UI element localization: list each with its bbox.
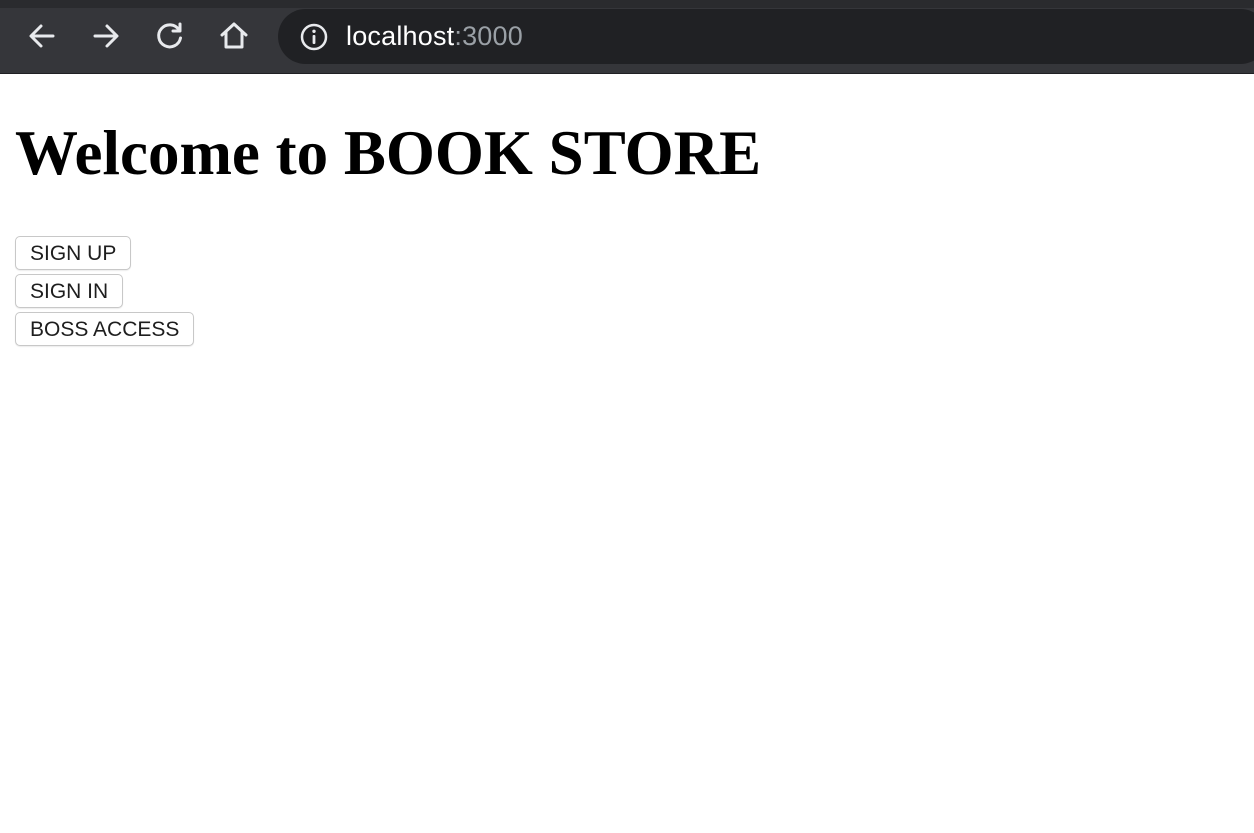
button-group: SIGN UP SIGN IN BOSS ACCESS — [15, 236, 195, 346]
page-content: Welcome to BOOK STORE SIGN UP SIGN IN BO… — [0, 74, 1254, 833]
arrow-right-icon — [91, 21, 121, 51]
address-bar[interactable]: localhost:3000 — [278, 9, 1254, 64]
reload-button[interactable] — [150, 16, 190, 56]
home-button[interactable] — [214, 16, 254, 56]
back-button[interactable] — [22, 16, 62, 56]
url-port: :3000 — [454, 21, 523, 51]
sign-in-button[interactable]: SIGN IN — [15, 274, 124, 308]
url-text: localhost:3000 — [346, 21, 523, 52]
arrow-left-icon — [27, 21, 57, 51]
page-title: Welcome to BOOK STORE — [15, 118, 762, 188]
forward-button[interactable] — [86, 16, 126, 56]
boss-access-button[interactable]: BOSS ACCESS — [15, 312, 195, 346]
sign-up-button[interactable]: SIGN UP — [15, 236, 132, 270]
reload-icon — [155, 21, 185, 51]
browser-toolbar: localhost:3000 — [0, 0, 1254, 74]
info-icon[interactable] — [300, 23, 328, 51]
url-host: localhost — [346, 21, 455, 51]
home-icon — [219, 21, 249, 51]
